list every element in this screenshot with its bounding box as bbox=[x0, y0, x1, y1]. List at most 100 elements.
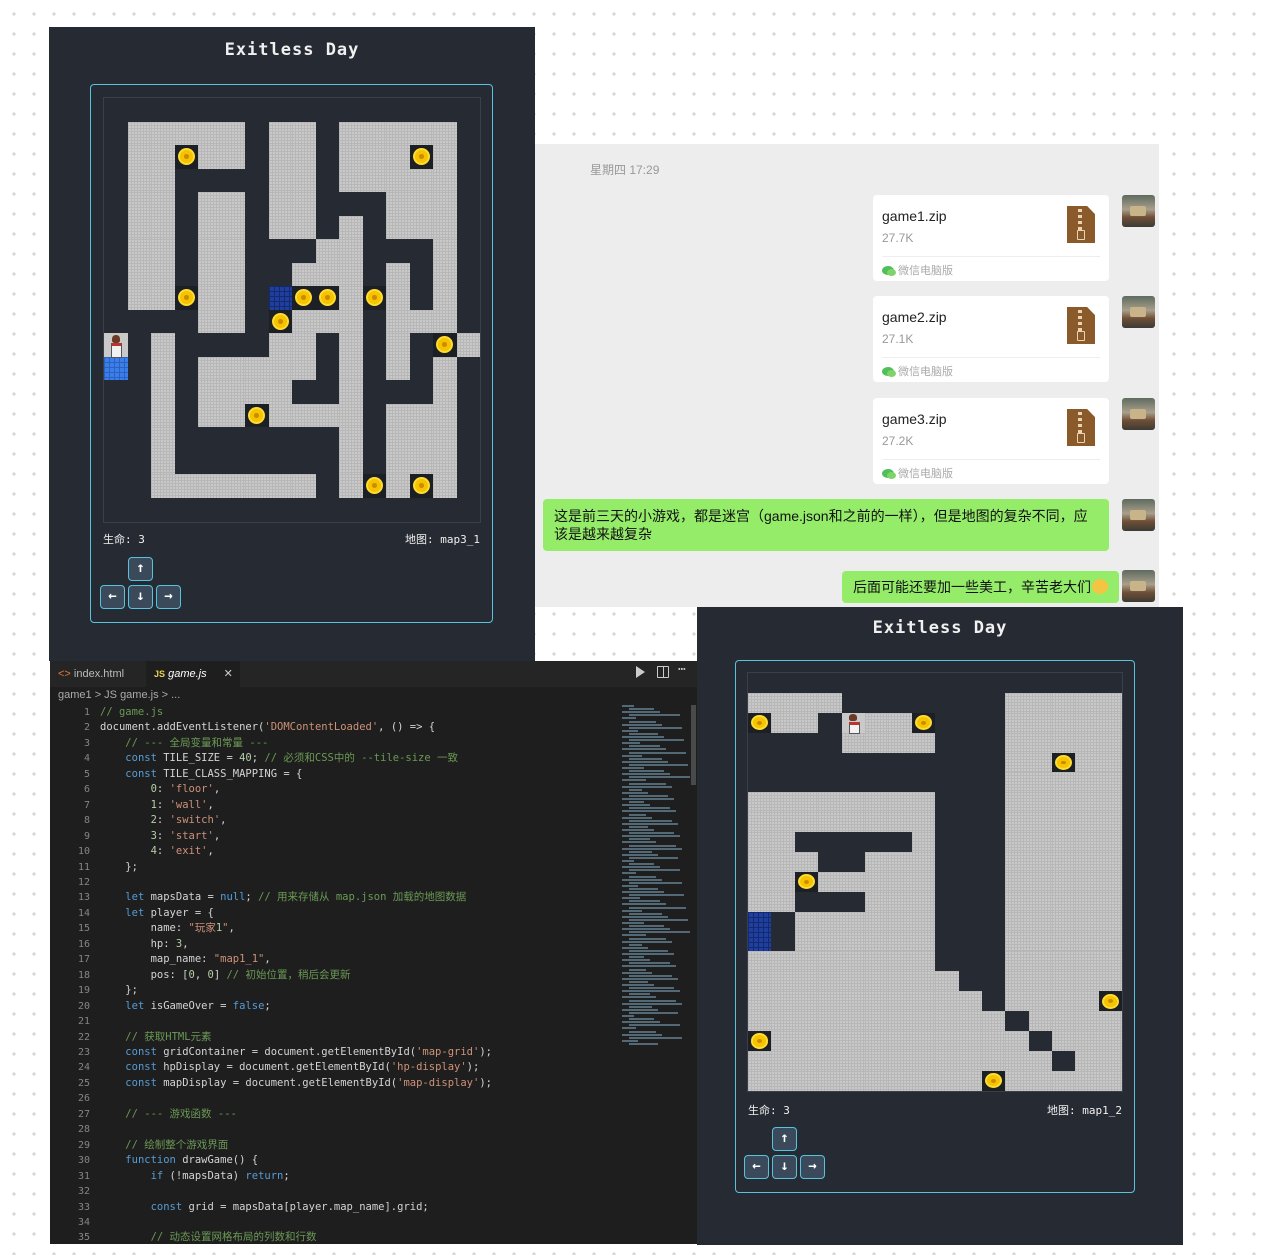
split-editor-icon[interactable] bbox=[657, 666, 669, 678]
floor-tile bbox=[958, 1050, 982, 1071]
move-left-button[interactable]: ← bbox=[100, 585, 125, 609]
floor-tile bbox=[748, 1011, 772, 1032]
avatar[interactable] bbox=[1122, 499, 1155, 531]
tab-game-js[interactable]: JS game.js ✕ bbox=[146, 661, 240, 687]
code-line[interactable]: // 动态设置网格布局的列数和行数 bbox=[100, 1230, 492, 1244]
wall-tile bbox=[174, 215, 198, 239]
line-number: 18 bbox=[77, 969, 90, 981]
code-line[interactable]: map_name: "map1_1", bbox=[100, 952, 492, 967]
wall-tile bbox=[174, 262, 198, 286]
maze-grid bbox=[104, 98, 480, 521]
avatar[interactable] bbox=[1122, 195, 1155, 227]
code-text[interactable]: // game.js document.addEventListener('DOM… bbox=[100, 705, 492, 1244]
floor-tile bbox=[1052, 991, 1076, 1012]
code-line[interactable]: const mapDisplay = document.getElementBy… bbox=[100, 1076, 492, 1091]
wall-tile bbox=[935, 852, 959, 872]
code-line[interactable]: let mapsData = null; // 用来存储从 map.json 加… bbox=[100, 890, 492, 905]
wechat-icon bbox=[882, 469, 896, 479]
floor-tile bbox=[771, 812, 795, 833]
file-message[interactable]: game1.zip 27.7K 微信电脑版 bbox=[873, 195, 1109, 281]
code-line[interactable]: name: "玩家1", bbox=[100, 921, 492, 936]
avatar[interactable] bbox=[1122, 296, 1155, 328]
floor-tile bbox=[771, 991, 795, 1012]
move-left-button[interactable]: ← bbox=[744, 1155, 769, 1179]
wall-tile bbox=[911, 692, 936, 713]
line-number: 11 bbox=[77, 861, 90, 873]
line-number: 25 bbox=[77, 1077, 90, 1089]
wall-tile bbox=[818, 712, 842, 733]
code-line[interactable]: const TILE_CLASS_MAPPING = { bbox=[100, 767, 492, 782]
code-line[interactable]: }; bbox=[100, 860, 492, 875]
floor-tile bbox=[386, 450, 410, 474]
floor-tile bbox=[818, 951, 842, 972]
code-line[interactable]: 1: 'wall', bbox=[100, 798, 492, 813]
wall-tile bbox=[174, 239, 198, 263]
minimap-line bbox=[622, 748, 666, 751]
code-line[interactable]: const TILE_SIZE = 40; // 必须和CSS中的 --tile… bbox=[100, 751, 492, 766]
code-line[interactable]: // 获取HTML元素 bbox=[100, 1030, 492, 1045]
breadcrumb[interactable]: game1 > JS game.js > ... bbox=[58, 689, 180, 701]
move-right-button[interactable]: → bbox=[800, 1155, 825, 1179]
floor-tile bbox=[386, 192, 410, 216]
floor-tile bbox=[748, 812, 772, 833]
floor-tile bbox=[1052, 931, 1076, 952]
move-up-button[interactable]: ↑ bbox=[128, 557, 153, 581]
code-line[interactable]: document.addEventListener('DOMContentLoa… bbox=[100, 720, 492, 735]
floor-tile bbox=[1028, 792, 1053, 813]
floor-tile bbox=[748, 852, 772, 872]
code-line[interactable]: const gridContainer = document.getElemen… bbox=[100, 1045, 492, 1060]
wall-tile bbox=[958, 911, 982, 932]
more-actions-icon[interactable]: ⋯ bbox=[678, 662, 686, 677]
code-line[interactable]: const hpDisplay = document.getElementByI… bbox=[100, 1060, 492, 1075]
close-tab-icon[interactable]: ✕ bbox=[224, 668, 233, 680]
floor-tile bbox=[794, 971, 819, 992]
code-line[interactable]: pos: [0, 0] // 初始位置，稍后会更新 bbox=[100, 968, 492, 983]
code-line[interactable]: if (!mapsData) return; bbox=[100, 1169, 492, 1184]
move-down-button[interactable]: ↓ bbox=[772, 1155, 797, 1179]
code-line[interactable] bbox=[100, 1215, 492, 1230]
minimap-line bbox=[622, 767, 644, 769]
code-line[interactable]: 3: 'start', bbox=[100, 829, 492, 844]
move-up-button[interactable]: ↑ bbox=[772, 1127, 797, 1151]
code-line[interactable]: let player = { bbox=[100, 906, 492, 921]
code-line[interactable]: hp: 3, bbox=[100, 937, 492, 952]
vertical-scrollbar[interactable] bbox=[691, 705, 696, 785]
floor-tile bbox=[864, 931, 889, 952]
text-message[interactable]: 这是前三天的小游戏，都是迷宫（game.json和之前的一样），但是地图的复杂不… bbox=[543, 499, 1109, 551]
wall-tile bbox=[386, 239, 410, 263]
run-icon[interactable] bbox=[636, 666, 645, 678]
code-line[interactable]: // game.js bbox=[100, 705, 492, 720]
code-line[interactable] bbox=[100, 1091, 492, 1106]
code-line[interactable]: 2: 'switch', bbox=[100, 813, 492, 828]
floor-tile bbox=[198, 380, 222, 404]
wall-tile bbox=[104, 215, 128, 239]
code-line[interactable] bbox=[100, 1014, 492, 1029]
tab-index-html[interactable]: <> index.html bbox=[50, 661, 142, 687]
code-line[interactable]: }; bbox=[100, 983, 492, 998]
floor-tile bbox=[1075, 891, 1099, 912]
text-message[interactable]: 后面可能还要加一些美工，辛苦老大们 bbox=[842, 571, 1119, 603]
code-line[interactable] bbox=[100, 875, 492, 890]
code-line[interactable]: function drawGame() { bbox=[100, 1153, 492, 1168]
code-line[interactable]: // 绘制整个游戏界面 bbox=[100, 1138, 492, 1153]
minimap-line bbox=[622, 723, 662, 726]
code-line[interactable]: let isGameOver = false; bbox=[100, 999, 492, 1014]
code-line[interactable]: 4: 'exit', bbox=[100, 844, 492, 859]
code-line[interactable] bbox=[100, 1122, 492, 1137]
avatar[interactable] bbox=[1122, 398, 1155, 430]
move-down-button[interactable]: ↓ bbox=[128, 585, 153, 609]
code-line[interactable] bbox=[100, 1184, 492, 1199]
code-line[interactable]: const grid = mapsData[player.map_name].g… bbox=[100, 1200, 492, 1215]
file-message[interactable]: game2.zip 27.1K 微信电脑版 bbox=[873, 296, 1109, 382]
avatar[interactable] bbox=[1122, 570, 1155, 602]
code-line[interactable]: // --- 全局变量和常量 --- bbox=[100, 736, 492, 751]
move-right-button[interactable]: → bbox=[156, 585, 181, 609]
file-message[interactable]: game3.zip 27.2K 微信电脑版 bbox=[873, 398, 1109, 484]
floor-tile bbox=[292, 168, 316, 192]
code-line[interactable]: // --- 游戏函数 --- bbox=[100, 1107, 492, 1122]
code-line[interactable]: 0: 'floor', bbox=[100, 782, 492, 797]
minimap[interactable] bbox=[618, 705, 690, 1055]
line-number: 13 bbox=[77, 892, 90, 904]
wall-tile bbox=[315, 215, 339, 239]
floor-tile bbox=[958, 1070, 982, 1091]
